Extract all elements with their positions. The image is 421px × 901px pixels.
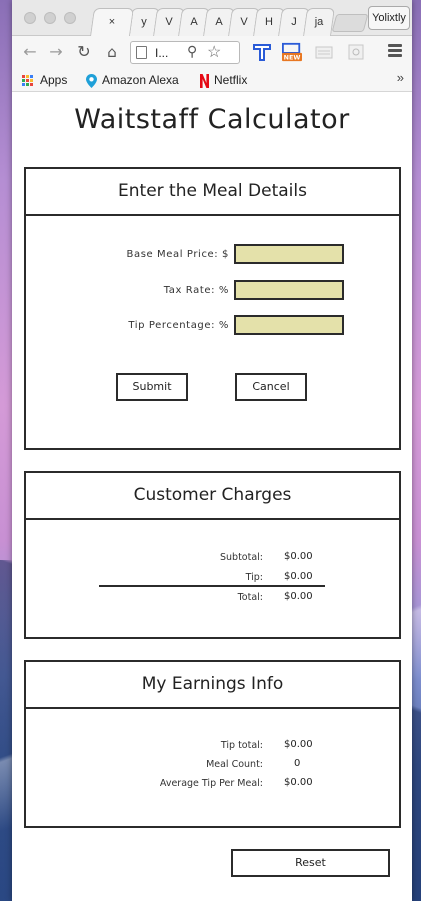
earnings-heading: My Earnings Info — [26, 662, 399, 709]
avg-tip-label: Average Tip Per Meal: — [159, 778, 263, 789]
customer-charges-heading: Customer Charges — [26, 473, 399, 520]
svg-text:NEW: NEW — [284, 55, 301, 62]
bookmarks-bar: Apps Amazon Alexa Netflix » — [12, 68, 412, 92]
tab-active[interactable]: × — [90, 8, 134, 36]
browser-window: × y V A A V H J ja Yolixtly ← → ↻ ⌂ I...… — [12, 0, 412, 901]
total-label: Total: — [237, 592, 263, 603]
forward-arrow-icon[interactable]: → — [46, 42, 66, 62]
page-title: Waitstaff Calculator — [74, 104, 350, 135]
total-value: $0.00 — [284, 591, 313, 602]
bookmark-apps[interactable]: Apps — [22, 72, 67, 88]
alexa-location-icon — [86, 73, 97, 88]
tip-label: Tip: — [245, 572, 263, 583]
tip-total-label: Tip total: — [220, 740, 263, 751]
base-price-label: Base Meal Price: $ — [126, 249, 229, 260]
page-icon — [136, 46, 147, 59]
tip-value: $0.00 — [284, 571, 313, 582]
tip-total-value: $0.00 — [284, 739, 313, 750]
menu-icon[interactable] — [388, 44, 402, 58]
extension-t-icon[interactable] — [252, 42, 272, 62]
tip-percentage-label: Tip Percentage: % — [128, 320, 229, 331]
meal-details-heading: Enter the Meal Details — [26, 169, 399, 216]
extension-new-icon[interactable]: NEW — [280, 42, 304, 62]
meal-count-value: 0 — [294, 758, 301, 769]
tab-8[interactable]: ja — [303, 8, 335, 36]
zoom-icon[interactable]: ⚲ — [187, 43, 197, 60]
subtotal-label: Subtotal: — [219, 552, 263, 563]
zoom-window-button[interactable] — [64, 12, 76, 24]
meal-count-label: Meal Count: — [206, 759, 263, 770]
address-bar-url: I... — [155, 46, 169, 60]
reload-icon[interactable]: ↻ — [74, 42, 94, 62]
reset-button[interactable]: Reset — [231, 849, 390, 877]
cancel-button[interactable]: Cancel — [235, 373, 307, 401]
base-price-input[interactable] — [234, 244, 344, 264]
bookmark-amazon-alexa[interactable]: Amazon Alexa — [86, 72, 179, 88]
tab-close-icon[interactable]: × — [93, 16, 131, 28]
subtotal-value: $0.00 — [284, 551, 313, 562]
apps-grid-icon — [22, 74, 34, 87]
meal-details-panel: Enter the Meal Details Base Meal Price: … — [24, 167, 401, 450]
bookmarks-overflow-icon[interactable]: » — [397, 70, 404, 85]
home-icon[interactable]: ⌂ — [102, 42, 122, 62]
customer-charges-panel: Customer Charges Subtotal: $0.00 Tip: $0… — [24, 471, 401, 639]
bookmark-netflix[interactable]: Netflix — [200, 72, 247, 88]
minimize-window-button[interactable] — [44, 12, 56, 24]
page-content: Waitstaff Calculator Enter the Meal Deta… — [12, 93, 412, 901]
tab-strip: × y V A A V H J ja Yolixtly — [12, 0, 412, 36]
earnings-panel: My Earnings Info Tip total: $0.00 Meal C… — [24, 660, 401, 828]
tax-rate-label: Tax Rate: % — [163, 285, 229, 296]
browser-toolbar: ← → ↻ ⌂ I... ⚲ ☆ NEW — [12, 36, 412, 68]
netflix-icon — [200, 73, 209, 88]
new-tab-button[interactable] — [331, 14, 369, 32]
totals-divider — [99, 585, 325, 587]
avg-tip-value: $0.00 — [284, 777, 313, 788]
extension-card-icon[interactable] — [314, 42, 334, 62]
tax-rate-input[interactable] — [234, 280, 344, 300]
bookmark-star-icon[interactable]: ☆ — [207, 42, 221, 62]
address-bar[interactable]: I... ⚲ ☆ — [130, 41, 240, 64]
extension-grid-icon[interactable] — [346, 42, 366, 62]
tip-percentage-input[interactable] — [234, 315, 344, 335]
close-window-button[interactable] — [24, 12, 36, 24]
profile-button[interactable]: Yolixtly — [368, 6, 410, 30]
back-arrow-icon[interactable]: ← — [20, 42, 40, 62]
submit-button[interactable]: Submit — [116, 373, 188, 401]
